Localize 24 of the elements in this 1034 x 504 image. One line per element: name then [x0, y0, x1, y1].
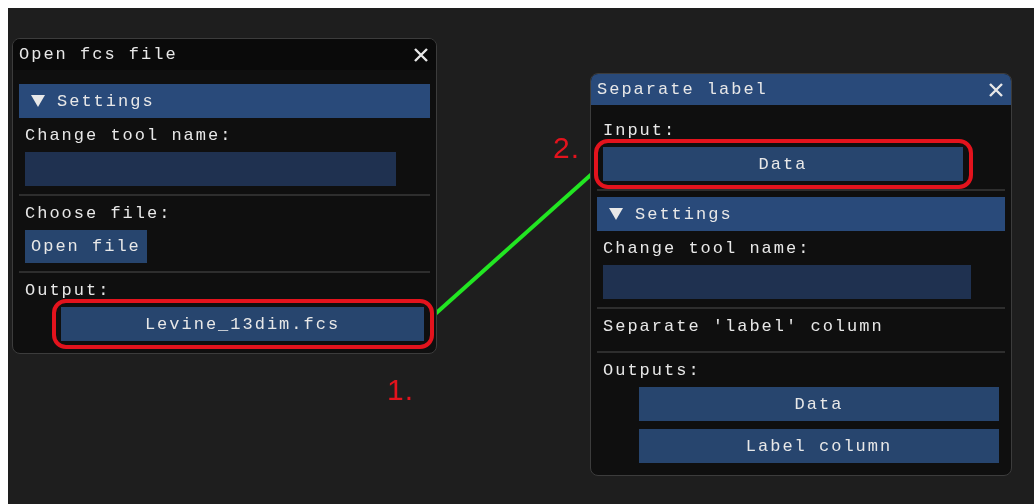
output-port-button[interactable]: Label column: [639, 429, 999, 463]
label-text: Choose file:: [25, 203, 172, 223]
input-port-button[interactable]: Data: [603, 147, 963, 181]
tool-name-field[interactable]: [25, 152, 396, 186]
open-file-button[interactable]: Open file: [25, 230, 147, 263]
close-icon[interactable]: [989, 82, 1003, 97]
window-title: Separate label: [597, 80, 768, 99]
window-title: Open fcs file: [19, 45, 178, 64]
settings-header[interactable]: Settings: [19, 84, 430, 118]
label-text: Output:: [25, 280, 111, 300]
label-text: Change tool name:: [603, 238, 811, 258]
annotation-number: 1.: [386, 373, 414, 407]
output-port-button[interactable]: Levine_13dim.fcs: [61, 307, 424, 341]
annotation-number: 2.: [553, 131, 581, 165]
close-icon[interactable]: [414, 47, 428, 62]
header-label: Settings: [635, 204, 733, 224]
output-port-button[interactable]: Data: [639, 387, 999, 421]
settings-header[interactable]: Settings: [597, 197, 1005, 231]
label-text: Input:: [603, 120, 677, 140]
header-label: Settings: [57, 91, 155, 111]
tool-name-field[interactable]: [603, 265, 971, 299]
label-text: Separate 'label' column: [603, 316, 884, 336]
label-text: Outputs:: [603, 360, 701, 380]
label-text: Change tool name:: [25, 125, 233, 145]
